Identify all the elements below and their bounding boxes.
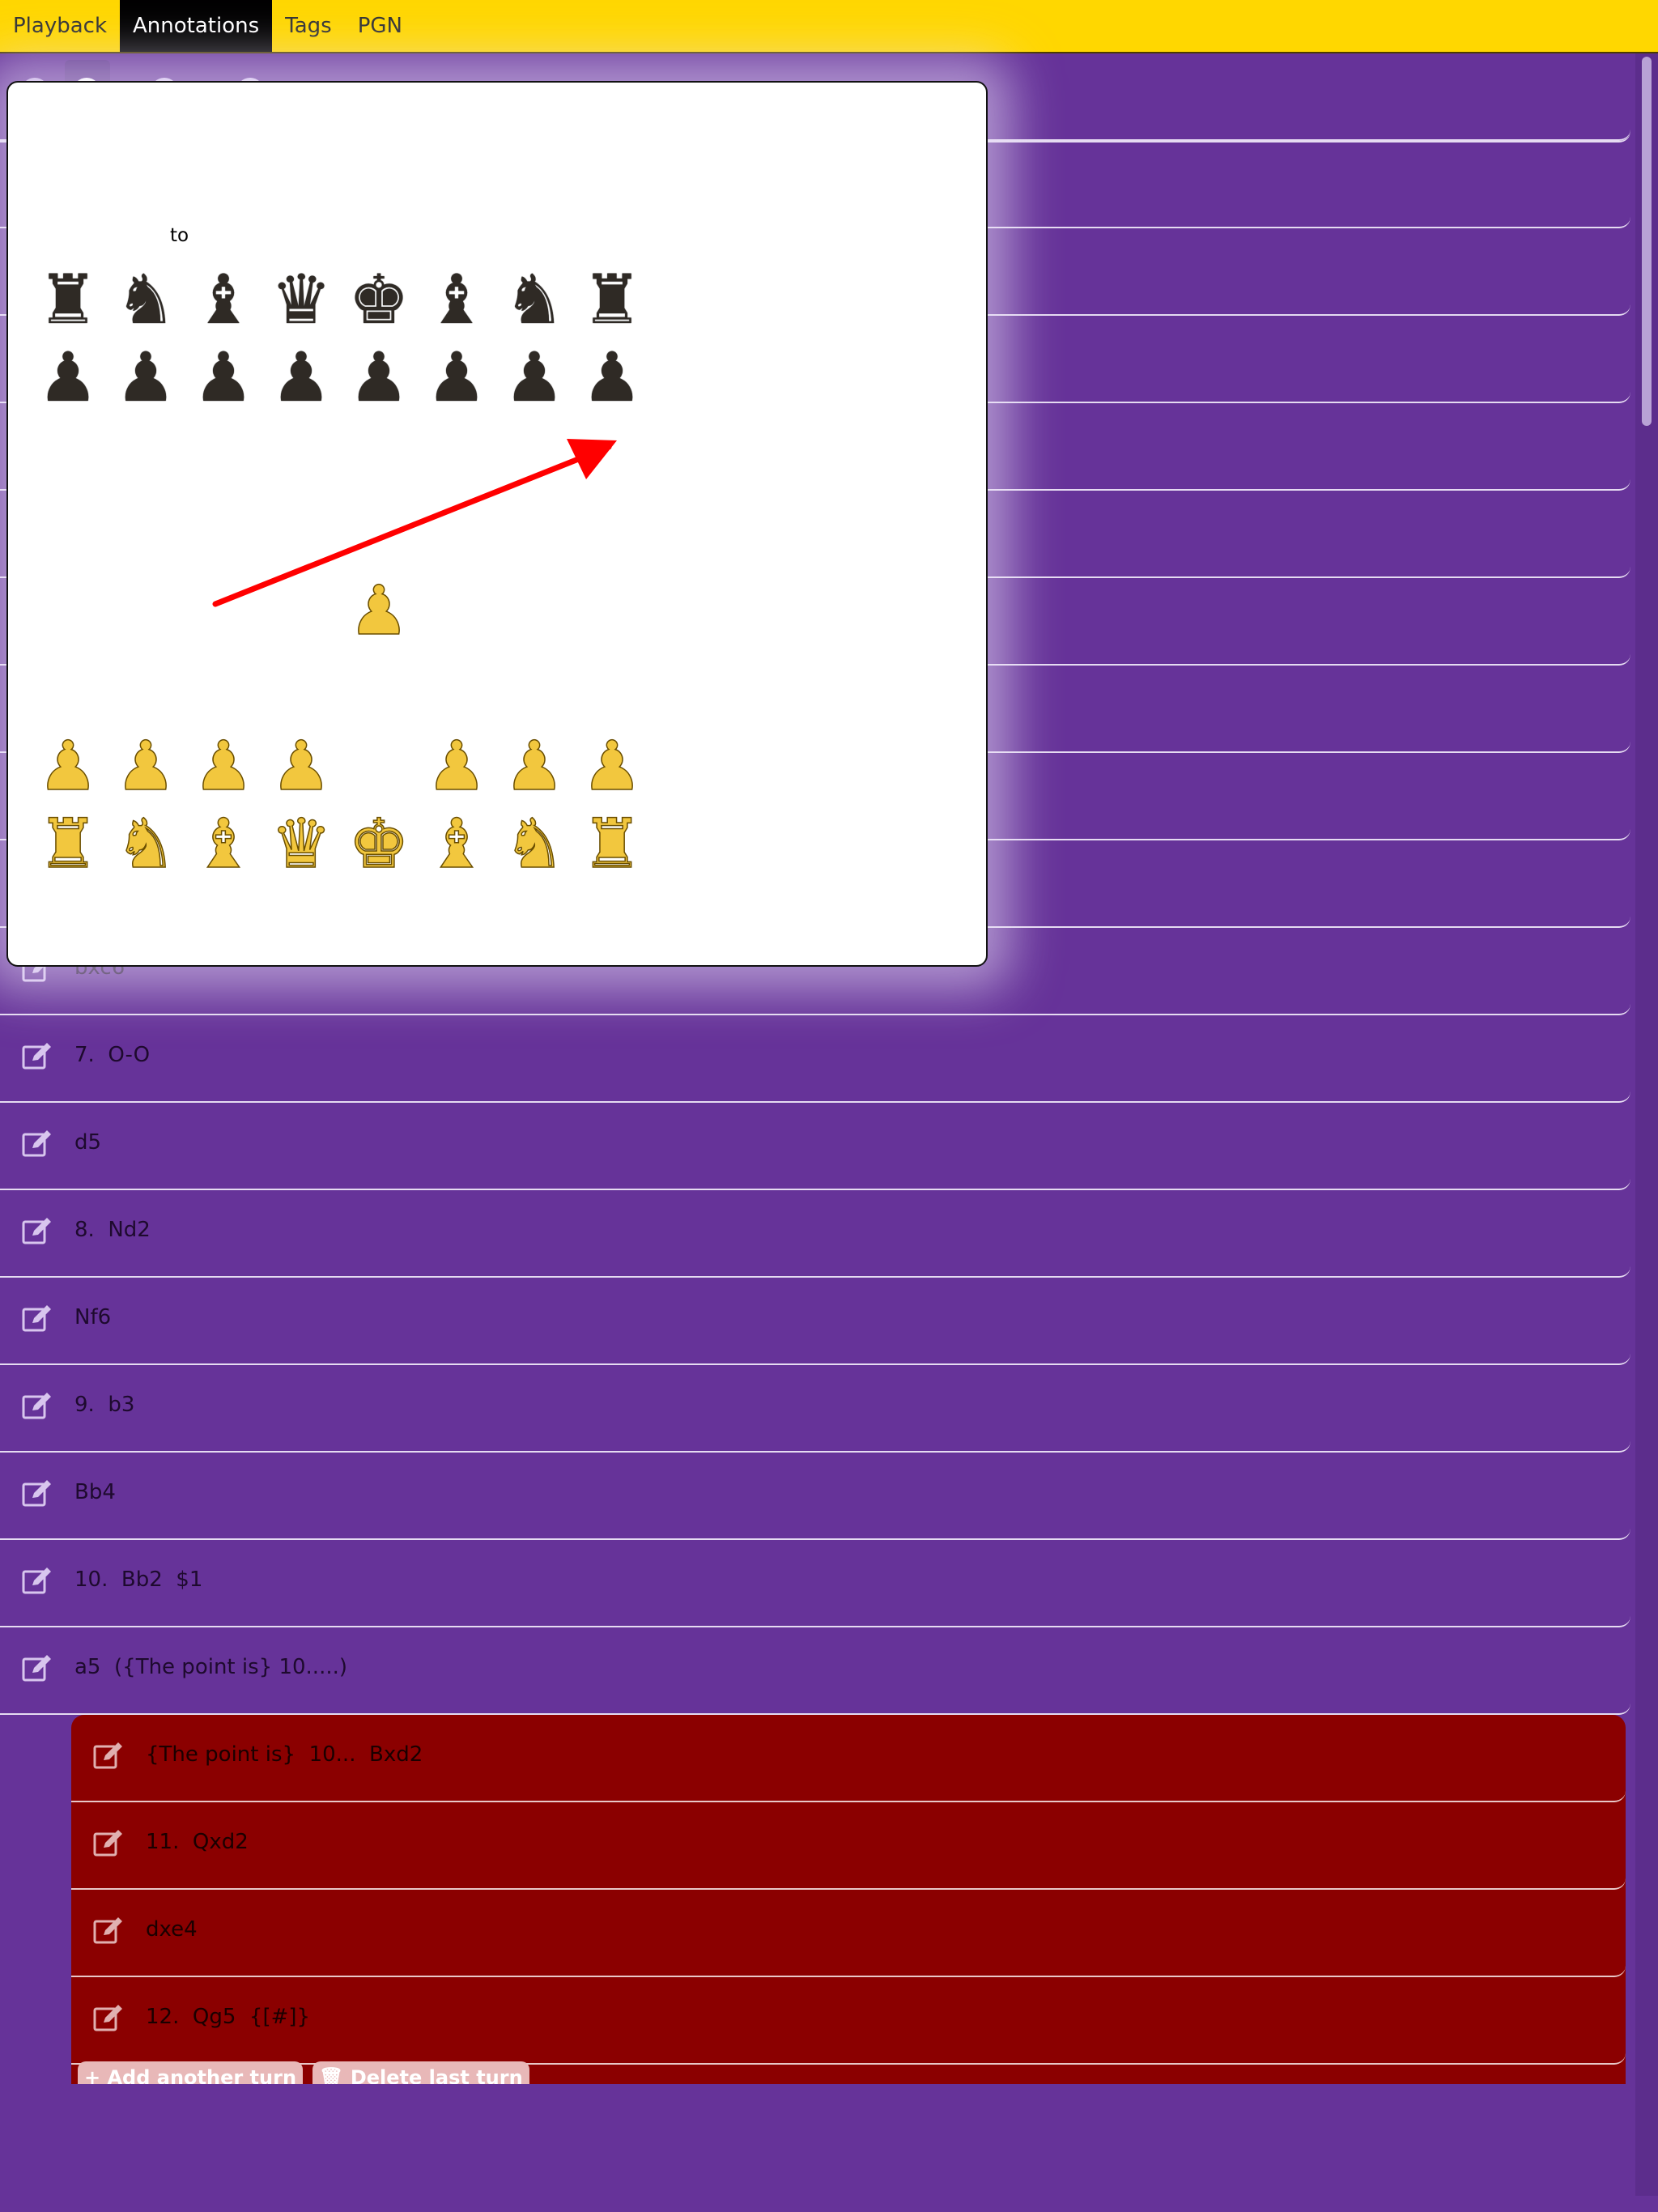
- turn-text: a5 ({The point is} 10.....): [74, 1655, 348, 1679]
- white-piece: ♟: [426, 726, 488, 806]
- white-piece: ♟: [581, 726, 644, 806]
- white-piece: ♟: [37, 726, 100, 806]
- black-piece: ♜: [581, 260, 643, 339]
- white-piece: ♜: [581, 804, 644, 883]
- turn-text: d5: [74, 1130, 102, 1155]
- scrollbar-thumb[interactable]: [1642, 57, 1652, 426]
- edit-icon[interactable]: [92, 2001, 125, 2034]
- edit-icon[interactable]: [21, 1652, 53, 1684]
- white-piece: ♚: [348, 804, 410, 883]
- black-piece: ♟: [270, 338, 332, 417]
- edit-icon[interactable]: [21, 1389, 53, 1422]
- turn-text: 7. O-O: [74, 1043, 151, 1067]
- white-piece: ♟: [270, 726, 333, 806]
- turn-text: 8. Nd2: [74, 1218, 151, 1242]
- turn-text: 10. Bb2 $1: [74, 1568, 203, 1592]
- variation-turn-text: dxe4: [146, 1917, 198, 1942]
- tab-playback[interactable]: Playback: [0, 0, 120, 52]
- turn-text: Bb4: [74, 1480, 116, 1504]
- turn-row: 8. Nd2: [0, 1190, 1630, 1278]
- black-piece: ♟: [504, 338, 565, 417]
- edit-icon[interactable]: [21, 1127, 53, 1159]
- variation-turn-row: dxe4: [71, 1890, 1626, 1977]
- white-piece: ♟: [193, 726, 255, 806]
- variation-block: {The point is} 10... Bxd2 11. Qxd2 dxe4 12.…: [71, 1715, 1626, 2084]
- delete-turn-button[interactable]: 🗑 Delete last turn: [312, 2061, 529, 2084]
- variation-buttons: + Add another turn 🗑 Delete last turn: [78, 2061, 529, 2084]
- variation-turn-row: 11. Qxd2: [71, 1802, 1626, 1890]
- black-piece: ♞: [504, 260, 565, 339]
- white-piece: ♟: [348, 571, 410, 650]
- tab-bar: Playback Annotations Tags PGN: [0, 0, 1658, 53]
- scrollbar[interactable]: [1635, 53, 1658, 2196]
- white-piece: ♛: [270, 804, 333, 883]
- black-piece: ♝: [193, 260, 254, 339]
- chess-board: ♜ ♞ ♝ ♛ ♚ ♝ ♞ ♜ ♟ ♟ ♟ ♟ ♟ ♟ ♟ ♟ ♟ ♟ ♟ ♟ ♟ ♟ ♟ ♟ ♜ ♞ ♝ ♛ ♚ ♝ ♞ ♜: [29, 261, 651, 884]
- edit-icon[interactable]: [21, 1302, 53, 1334]
- turn-row: 10. Bb2 $1: [0, 1540, 1630, 1627]
- edit-icon[interactable]: [21, 1564, 53, 1597]
- variation-turn-text: 12. Qg5 {[#]}: [146, 2005, 311, 2029]
- white-piece: ♝: [193, 804, 255, 883]
- black-piece: ♟: [115, 338, 176, 417]
- variation-turn-row: 12. Qg5 {[#]}: [71, 1977, 1626, 2065]
- black-piece: ♝: [426, 260, 487, 339]
- edit-icon[interactable]: [21, 1040, 53, 1072]
- black-piece: ♟: [426, 338, 487, 417]
- variation-turn-text: {The point is} 10... Bxd2: [146, 1742, 423, 1767]
- black-piece: ♞: [115, 260, 176, 339]
- white-piece: ♟: [504, 726, 566, 806]
- turn-row: 7. O-O: [0, 1015, 1630, 1103]
- black-piece: ♚: [348, 260, 410, 339]
- turn-text: 9. b3: [74, 1393, 135, 1417]
- turn-row: Bb4: [0, 1453, 1630, 1540]
- edit-icon[interactable]: [21, 1477, 53, 1509]
- white-piece: ♞: [504, 804, 566, 883]
- turn-row: Nf6: [0, 1278, 1630, 1365]
- turn-row: d5: [0, 1103, 1630, 1190]
- edit-icon[interactable]: [92, 1739, 125, 1772]
- black-piece: ♟: [193, 338, 254, 417]
- edit-icon[interactable]: [92, 1914, 125, 1946]
- black-piece: ♟: [581, 338, 643, 417]
- white-piece: ♝: [426, 804, 488, 883]
- variation-turn-row: {The point is} 10... Bxd2: [71, 1715, 1626, 1802]
- edit-icon[interactable]: [21, 1214, 53, 1247]
- to-label: to: [170, 225, 189, 246]
- white-piece: ♞: [115, 804, 177, 883]
- black-piece: ♟: [37, 338, 99, 417]
- white-piece: ♟: [115, 726, 177, 806]
- black-piece: ♟: [348, 338, 410, 417]
- tab-tags[interactable]: Tags: [272, 0, 345, 52]
- tab-pgn[interactable]: PGN: [345, 0, 415, 52]
- turn-text: Nf6: [74, 1305, 112, 1329]
- edit-icon[interactable]: [92, 1827, 125, 1859]
- variation-turn-text: 11. Qxd2: [146, 1830, 249, 1854]
- black-piece: ♛: [270, 260, 332, 339]
- turn-row: a5 ({The point is} 10.....): [0, 1627, 1630, 1715]
- black-piece: ♜: [37, 260, 99, 339]
- tab-annotations[interactable]: Annotations: [120, 0, 273, 52]
- add-turn-button[interactable]: + Add another turn: [78, 2061, 304, 2084]
- board-preview-popup: to ♜ ♞ ♝ ♛ ♚ ♝ ♞ ♜ ♟ ♟ ♟ ♟ ♟ ♟ ♟ ♟ ♟ ♟ ♟ ♟ ♟ ♟ ♟ ♟ ♜ ♞ ♝ ♛ ♚ ♝ ♞ ♜: [6, 81, 988, 967]
- turn-row: 9. b3: [0, 1365, 1630, 1453]
- white-piece: ♜: [37, 804, 100, 883]
